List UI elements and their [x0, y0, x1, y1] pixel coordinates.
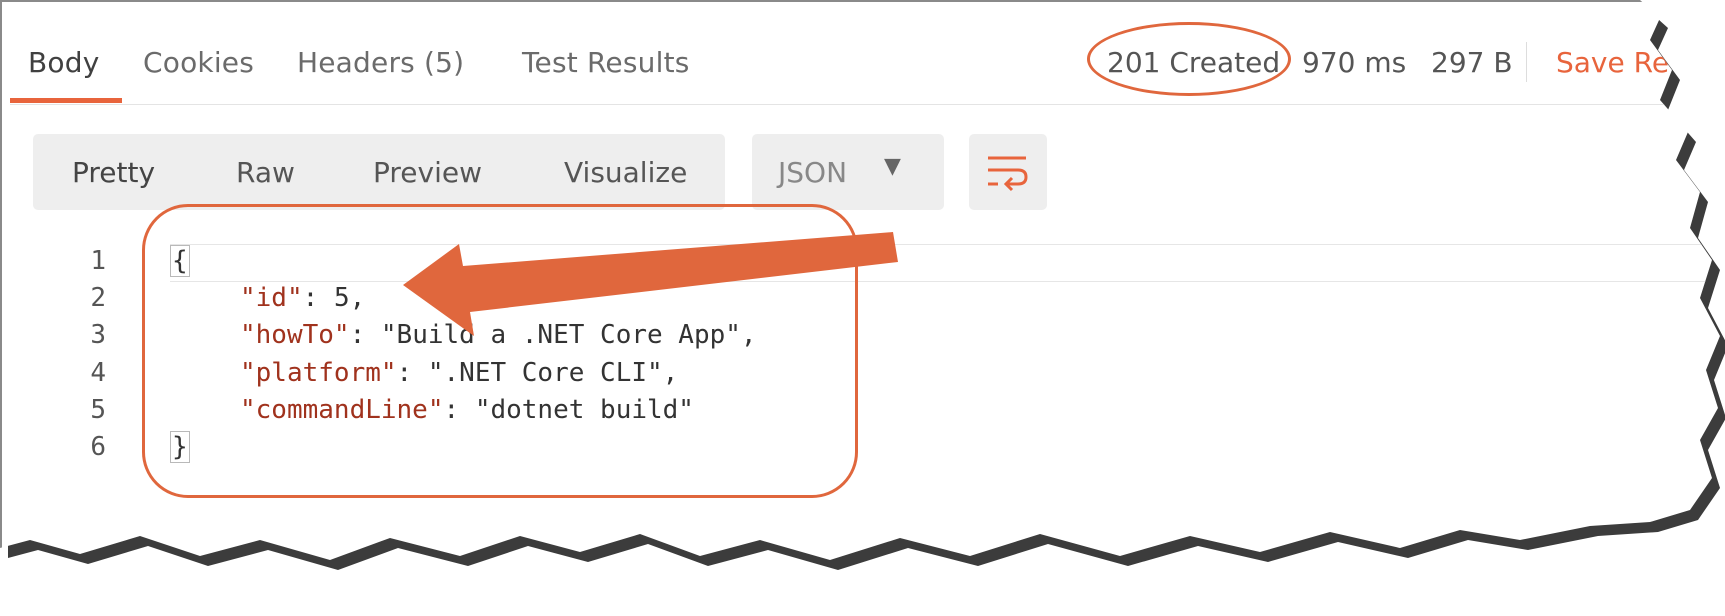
- view-mode-pretty[interactable]: Pretty: [72, 156, 155, 189]
- body-highlight-ring: [142, 204, 858, 498]
- line-number: 2: [90, 283, 106, 313]
- active-tab-indicator: [10, 98, 122, 103]
- view-mode-preview[interactable]: Preview: [373, 156, 482, 189]
- save-response-button[interactable]: Save Re: [1556, 46, 1669, 79]
- meta-divider: [1526, 42, 1527, 82]
- format-select[interactable]: JSON ▼: [752, 134, 944, 210]
- line-number: 6: [90, 432, 106, 462]
- line-number: 4: [90, 358, 106, 388]
- tab-headers[interactable]: Headers (5): [297, 46, 464, 79]
- line-number: 5: [90, 395, 106, 425]
- wrap-lines-button[interactable]: [969, 134, 1047, 210]
- format-select-value: JSON: [778, 156, 848, 189]
- wrap-lines-icon: [986, 152, 1030, 192]
- view-mode-raw[interactable]: Raw: [236, 156, 295, 189]
- response-size: 297 B: [1431, 46, 1513, 79]
- response-tab-bar: Body Cookies Headers (5) Test Results 20…: [10, 30, 1710, 105]
- view-mode-toggle: Pretty Raw Preview Visualize: [33, 134, 725, 210]
- response-time: 970 ms: [1302, 46, 1407, 79]
- tab-cookies[interactable]: Cookies: [143, 46, 254, 79]
- line-number: 1: [90, 246, 106, 276]
- tab-test-results[interactable]: Test Results: [522, 46, 690, 79]
- status-highlight-ring: [1087, 22, 1291, 96]
- caret-down-icon: ▼: [884, 154, 901, 179]
- tab-body[interactable]: Body: [28, 46, 99, 79]
- line-number: 3: [90, 320, 106, 350]
- view-mode-visualize[interactable]: Visualize: [564, 156, 687, 189]
- response-panel: Body Cookies Headers (5) Test Results 20…: [0, 0, 1725, 616]
- panel-top-border: [0, 0, 1725, 2]
